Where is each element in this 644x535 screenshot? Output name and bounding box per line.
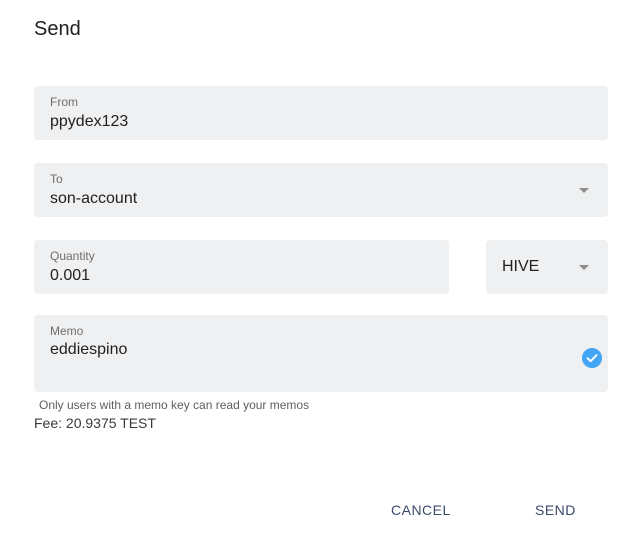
currency-value[interactable]: HIVE [502, 257, 539, 277]
currency-dropdown-arrow-icon[interactable] [579, 265, 589, 270]
memo-helper-text: Only users with a memo key can read your… [39, 398, 310, 412]
quantity-label: Quantity [50, 249, 95, 263]
fee-text: Fee: 20.9375 TEST [34, 415, 156, 431]
send-button[interactable]: SEND [531, 496, 580, 524]
check-circle-icon [582, 348, 602, 368]
from-field[interactable]: From ppydex123 [34, 86, 608, 140]
from-label: From [50, 95, 78, 109]
to-field[interactable]: To son-account [34, 163, 608, 217]
quantity-value[interactable]: 0.001 [50, 266, 90, 286]
currency-select[interactable]: HIVE [486, 240, 608, 294]
dialog-title: Send [34, 18, 81, 40]
quantity-field[interactable]: Quantity 0.001 [34, 240, 449, 294]
memo-label: Memo [50, 324, 84, 338]
cancel-button[interactable]: CANCEL [387, 496, 455, 524]
to-value[interactable]: son-account [50, 189, 137, 209]
memo-value[interactable]: eddiespino [50, 340, 127, 360]
to-label: To [50, 172, 63, 186]
memo-field[interactable]: Memo eddiespino [34, 315, 608, 392]
to-dropdown-arrow-icon[interactable] [579, 188, 589, 193]
from-value[interactable]: ppydex123 [50, 112, 128, 132]
